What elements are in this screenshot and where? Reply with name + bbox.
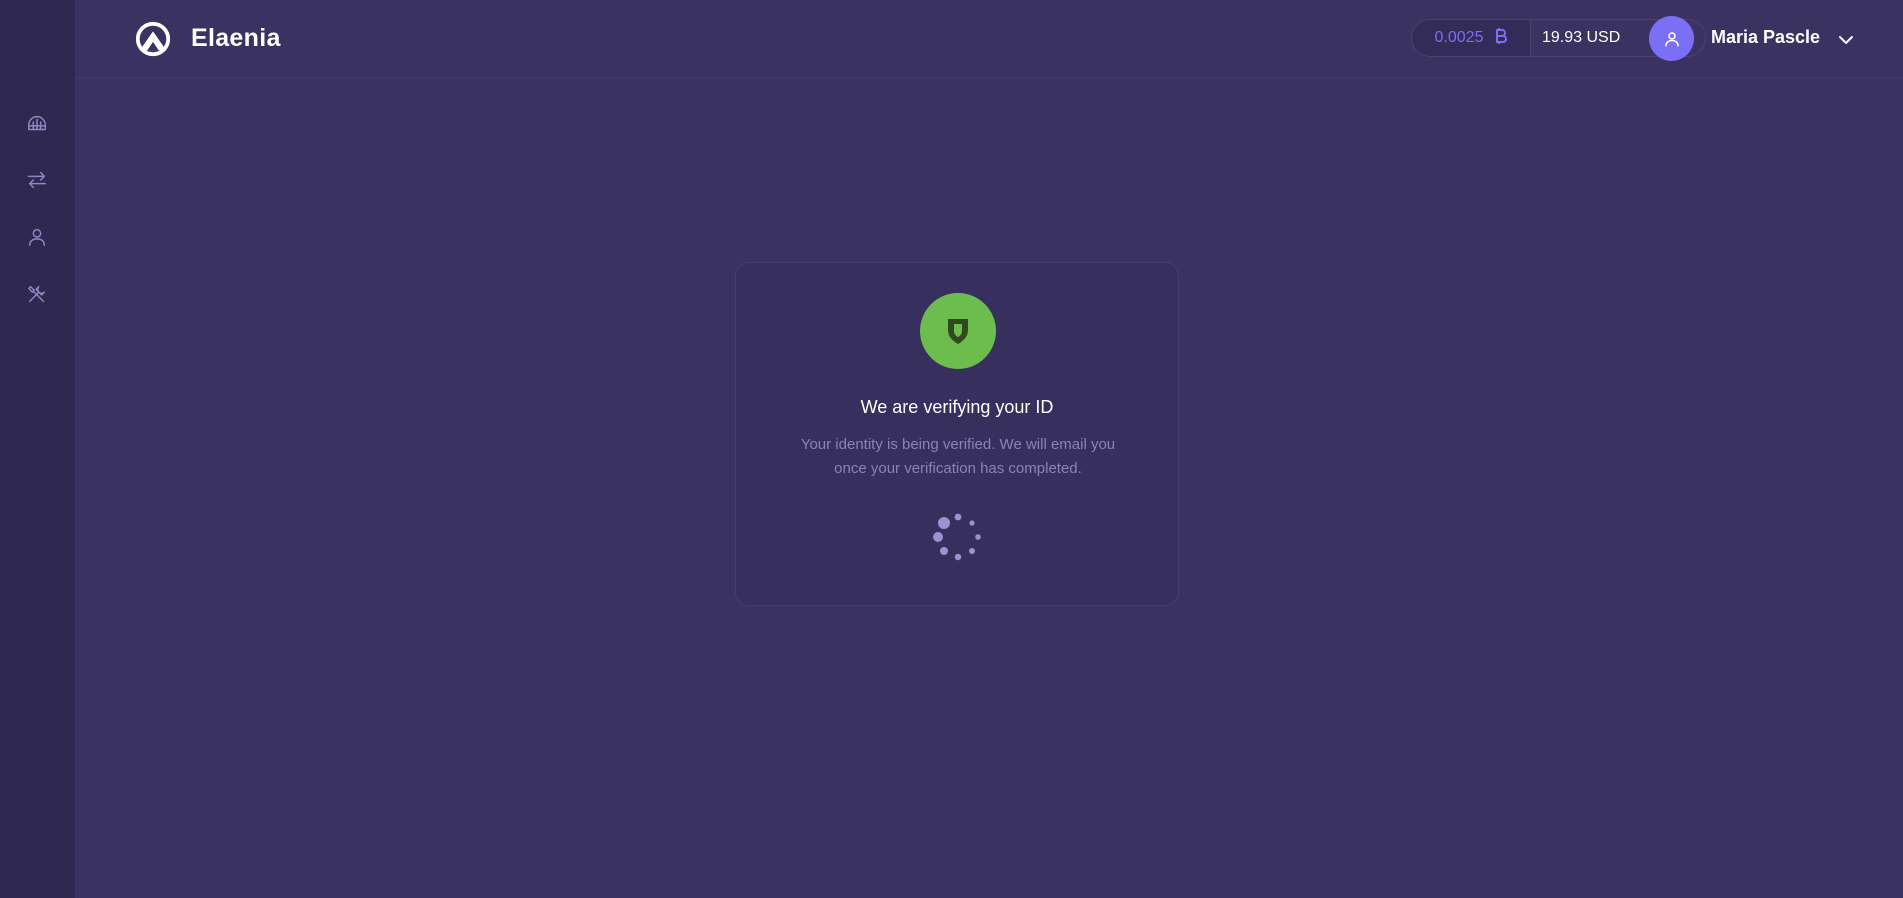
crypto-balance[interactable]: 0.0025: [1412, 20, 1531, 56]
user-name[interactable]: Maria Pascle: [1711, 27, 1820, 48]
dashboard-icon[interactable]: [24, 111, 50, 137]
bitcoin-icon: [1495, 27, 1508, 49]
loading-spinner-icon: [932, 511, 984, 563]
shield-icon: [920, 293, 996, 369]
verification-title: We are verifying your ID: [860, 397, 1054, 417]
user-icon[interactable]: [24, 224, 50, 250]
exchange-icon[interactable]: [24, 167, 50, 193]
crypto-amount: 0.0025: [1434, 29, 1484, 46]
top-header: Elaenia 0.0025 19.93 USD Maria Pascle: [75, 0, 1903, 78]
tools-icon[interactable]: [24, 281, 50, 307]
chevron-down-icon[interactable]: [1836, 30, 1856, 50]
verification-description: Your identity is being verified. We will…: [800, 436, 1116, 477]
avatar[interactable]: [1649, 16, 1694, 61]
brand-name[interactable]: Elaenia: [191, 24, 281, 53]
logo-icon[interactable]: [134, 20, 172, 58]
verification-card: We are verifying your ID Your identity i…: [735, 262, 1179, 606]
sidebar: [0, 0, 75, 898]
